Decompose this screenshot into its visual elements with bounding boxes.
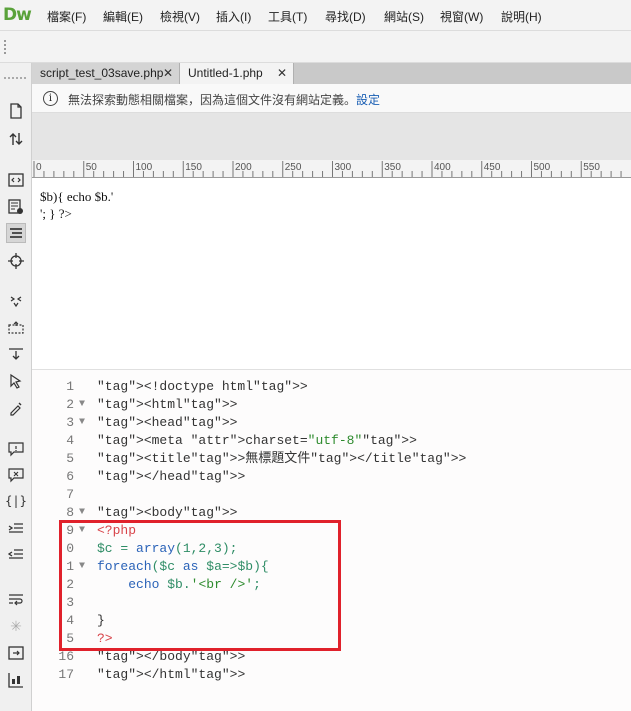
live-view-icon[interactable]	[6, 170, 26, 190]
expand-all-icon[interactable]	[6, 291, 26, 311]
left-toolbar: {|} ✳	[0, 63, 32, 711]
document-tabs: script_test_03save.php ✕ Untitled-1.php …	[32, 63, 631, 84]
code-line[interactable]: 1 "tag"><!doctype html"tag">>	[32, 378, 631, 396]
menu-find[interactable]: 尋找(D)	[325, 8, 366, 25]
menu-tools[interactable]: 工具(T)	[268, 8, 307, 25]
info-message-text: 無法探索動態相關檔案，因為這個文件沒有網站定義。	[68, 93, 357, 107]
line-number: 4	[66, 433, 74, 448]
code-text: "tag"></head"tag">>	[97, 469, 246, 484]
line-number: 1	[66, 379, 74, 394]
fold-toggle-icon[interactable]: ▼	[79, 396, 85, 414]
format-source-icon[interactable]	[6, 223, 26, 243]
code-line[interactable]: 2 ▼ "tag"><html"tag">>	[32, 396, 631, 414]
design-text-line: $b){ echo $b.'	[40, 189, 114, 204]
file-transfer-icon[interactable]	[6, 129, 26, 149]
ruler: 0 50 100 150 200 250 300 350 400 450 500 550	[32, 160, 631, 178]
ruler-tick-label: 250	[285, 162, 302, 173]
outdent-icon[interactable]	[6, 544, 26, 564]
ruler-tick-label: 150	[185, 162, 202, 173]
highlight-box	[59, 520, 341, 651]
balance-braces-icon[interactable]	[6, 344, 26, 364]
tab-script-test[interactable]: script_test_03save.php ✕	[32, 63, 180, 84]
code-line[interactable]: 5 "tag"><title"tag">>無標題文件"tag"></title"t…	[32, 450, 631, 468]
design-view[interactable]: $b){ echo $b.' '; } ?>	[32, 178, 631, 370]
ruler-scale: 0 50 100 150 200 250 300 350 400 450 500 550	[33, 161, 622, 177]
line-number: 2	[66, 397, 74, 412]
ruler-tick-label: 450	[484, 162, 501, 173]
properties-bar	[32, 113, 631, 160]
move-css-icon[interactable]	[6, 643, 26, 663]
toolbar-grip[interactable]	[4, 40, 8, 54]
code-text: "tag"></html"tag">>	[97, 667, 246, 682]
apply-comment-icon[interactable]	[6, 439, 26, 459]
target-icon[interactable]	[6, 251, 26, 271]
menu-help[interactable]: 說明(H)	[501, 8, 542, 25]
code-line[interactable]: 4 "tag"><meta "attr">charset="utf-8""tag"…	[32, 432, 631, 450]
menu-view[interactable]: 檢視(V)	[160, 8, 200, 25]
ruler-tick-label: 100	[136, 162, 153, 173]
line-number: 5	[66, 451, 74, 466]
code-text: "tag"><title"tag">>無標題文件"tag"></title"ta…	[97, 451, 467, 466]
left-toolbar-grip[interactable]	[4, 77, 26, 85]
tab-label: Untitled-1.php	[188, 66, 263, 80]
tab-label: script_test_03save.php	[40, 66, 164, 80]
ruler-tick-label: 550	[583, 162, 600, 173]
info-bar: i 無法探索動態相關檔案，因為這個文件沒有網站定義。設定	[32, 84, 631, 113]
line-number: 17	[58, 667, 74, 682]
inspect-icon[interactable]	[6, 197, 26, 217]
format-table-icon[interactable]	[6, 670, 26, 690]
close-icon[interactable]: ✕	[163, 63, 173, 84]
menu-file[interactable]: 檔案(F)	[47, 8, 86, 25]
code-text: "tag"><meta "attr">charset="utf-8""tag">…	[97, 433, 417, 448]
code-line[interactable]: 7	[32, 486, 631, 504]
line-number: 3	[66, 415, 74, 430]
ruler-tick-label: 200	[235, 162, 252, 173]
close-icon[interactable]: ✕	[277, 63, 287, 84]
dreamweaver-logo: Dw	[3, 5, 32, 25]
info-message: 無法探索動態相關檔案，因為這個文件沒有網站定義。設定	[68, 91, 380, 108]
code-text: "tag"><head"tag">>	[97, 415, 238, 430]
code-line[interactable]: 3 ▼ "tag"><head"tag">>	[32, 414, 631, 432]
menu-bar: Dw 檔案(F) 編輯(E) 檢視(V) 插入(I) 工具(T) 尋找(D) 網…	[0, 0, 631, 30]
indent-icon[interactable]	[6, 518, 26, 538]
wrap-tag-icon[interactable]: {|}	[5, 491, 27, 511]
code-line[interactable]: 6 "tag"></head"tag">>	[32, 468, 631, 486]
tab-untitled-1[interactable]: Untitled-1.php ✕	[180, 63, 294, 84]
recent-snippets-icon[interactable]: ✳	[6, 616, 26, 636]
snippet-icon[interactable]	[6, 398, 26, 418]
ruler-tick-label: 0	[36, 162, 42, 173]
ruler-tick-label: 500	[534, 162, 551, 173]
ruler-tick-label: 300	[335, 162, 352, 173]
info-icon: i	[43, 91, 58, 106]
code-line[interactable]: 17 "tag"></html"tag">>	[32, 666, 631, 684]
word-wrap-icon[interactable]	[6, 590, 26, 610]
menu-insert[interactable]: 插入(I)	[216, 8, 251, 25]
menu-site[interactable]: 網站(S)	[384, 8, 424, 25]
ruler-tick-label: 50	[86, 162, 98, 173]
code-text: "tag"><html"tag">>	[97, 397, 238, 412]
code-text: "tag"><!doctype html"tag">>	[97, 379, 308, 394]
new-document-icon[interactable]	[6, 101, 26, 121]
ruler-tick-label: 400	[434, 162, 451, 173]
line-number: 7	[66, 487, 74, 502]
toolbar	[0, 30, 631, 63]
design-text-line: '; } ?>	[40, 206, 72, 221]
menu-edit[interactable]: 編輯(E)	[103, 8, 143, 25]
fold-toggle-icon[interactable]: ▼	[79, 414, 85, 432]
settings-link[interactable]: 設定	[356, 93, 380, 107]
line-number: 6	[66, 469, 74, 484]
collapse-selection-icon[interactable]	[6, 371, 26, 391]
remove-comment-icon[interactable]	[6, 465, 26, 485]
select-parent-tag-icon[interactable]	[6, 318, 26, 338]
ruler-tick-label: 350	[384, 162, 401, 173]
menu-window[interactable]: 視窗(W)	[440, 8, 483, 25]
